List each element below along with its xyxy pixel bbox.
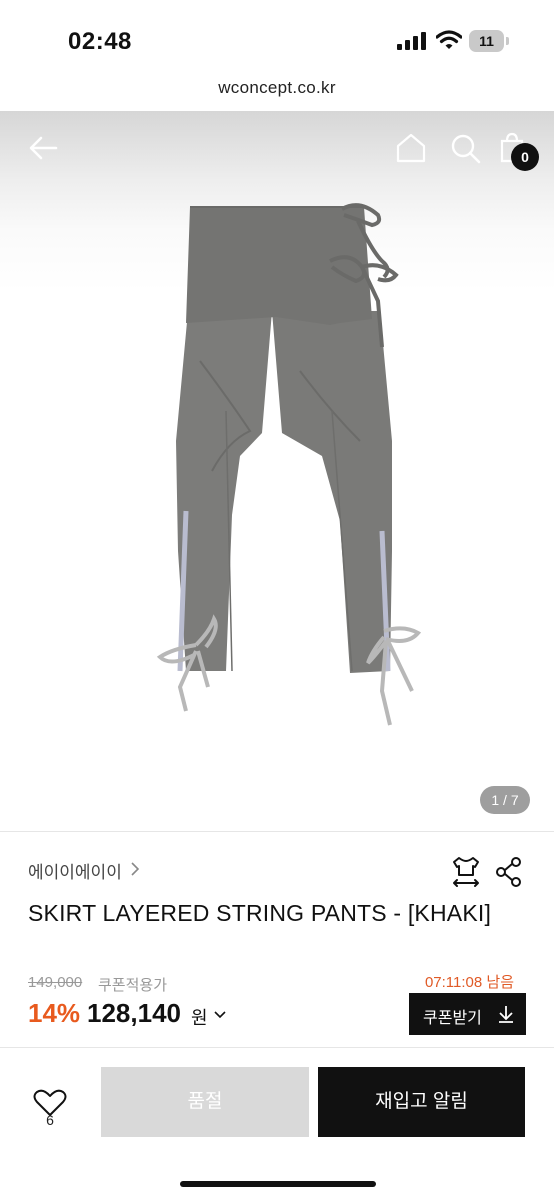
restock-alert-button[interactable]: 재입고 알림: [318, 1067, 525, 1137]
share-icon[interactable]: [495, 856, 523, 888]
chevron-down-icon[interactable]: [213, 1009, 227, 1021]
signal-icon: [397, 32, 426, 50]
cart-count-badge: 0: [511, 143, 539, 171]
download-icon: [499, 1006, 513, 1023]
wifi-icon: [436, 30, 462, 49]
image-pager: 1 / 7: [480, 786, 530, 814]
wish-count: 6: [46, 1112, 54, 1128]
original-price: 149,000: [28, 974, 83, 991]
discount-rate: 14%: [28, 998, 81, 1028]
size-guide-icon[interactable]: [450, 855, 482, 889]
brand-link[interactable]: 에이이에이이: [28, 858, 122, 883]
status-bar: 02:48 11: [0, 0, 554, 70]
currency-label: 원: [191, 1008, 208, 1028]
get-coupon-label: 쿠폰받기: [423, 1010, 482, 1027]
chevron-right-icon: [131, 862, 140, 876]
home-indicator: [180, 1181, 376, 1187]
product-title: SKIRT LAYERED STRING PANTS - [KHAKI]: [28, 900, 492, 926]
time-left: 07:11:08 남음: [424, 974, 514, 991]
browser-url[interactable]: wconcept.co.kr: [0, 78, 554, 98]
divider: [0, 831, 554, 832]
search-icon[interactable]: [448, 131, 482, 165]
battery-level: 11: [479, 33, 494, 49]
coupon-price-label: 쿠폰적용가: [98, 977, 168, 994]
sale-price: 128,140: [87, 998, 181, 1028]
sold-out-button[interactable]: 품절: [101, 1067, 309, 1137]
product-image-gallery[interactable]: [0, 111, 554, 831]
product-image: [156, 203, 422, 726]
status-time: 02:48: [68, 28, 132, 55]
divider: [0, 1047, 554, 1048]
home-icon[interactable]: [394, 131, 428, 165]
battery-icon: 11: [469, 30, 509, 52]
back-arrow-icon[interactable]: [26, 131, 60, 165]
get-coupon-button[interactable]: 쿠폰받기: [409, 993, 526, 1035]
